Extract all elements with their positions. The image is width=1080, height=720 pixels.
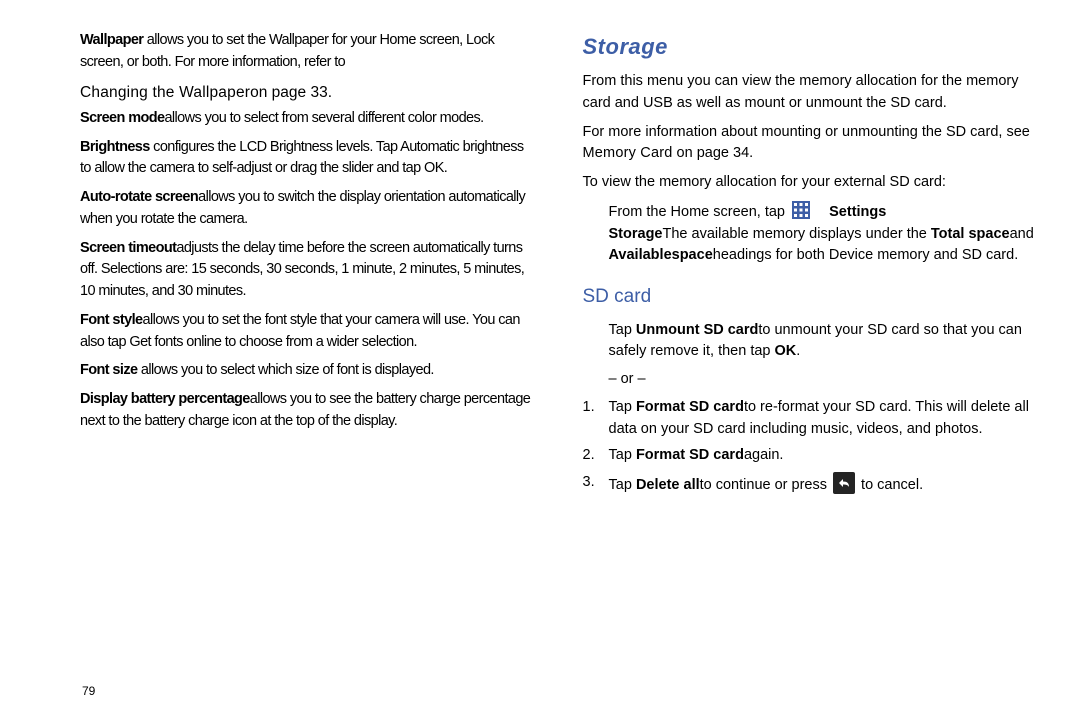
step2-term: Format SD card: [636, 447, 744, 463]
entry-fontsize: Font size allows you to select which siz…: [80, 360, 538, 382]
body-screenmode: allows you to select from several differ…: [164, 110, 483, 126]
storage-p3: To view the memory allocation for your e…: [583, 172, 1041, 194]
term-screentimeout: Screen timeout: [80, 240, 176, 256]
tap-b: The available memory displays under the: [663, 226, 931, 242]
entry-screenmode: Screen modeallows you to select from sev…: [80, 108, 538, 130]
entry-brightness: Brightness configures the LCD Brightness…: [80, 137, 538, 181]
entry-screentimeout: Screen timeoutadjusts the delay time bef…: [80, 238, 538, 303]
available-space: space: [672, 247, 713, 263]
entry-wallpaper-ref: Changing the Wallpaperon page 33.: [80, 81, 538, 104]
or-separator: – or –: [583, 369, 1041, 391]
step-3-num: 3.: [583, 472, 605, 494]
total-space: Total space: [931, 226, 1010, 242]
term-autorotate: Auto-rotate screen: [80, 189, 198, 205]
term-wallpaper: Wallpaper: [80, 32, 143, 48]
right-column: Storage From this menu you can view the …: [578, 30, 1041, 700]
available-label: Available: [609, 247, 672, 263]
body-wallpaper: allows you to set the Wallpaper for your…: [80, 32, 494, 70]
left-column: Wallpaper allows you to set the Wallpape…: [80, 30, 548, 700]
step-settings: From the Home screen, tap Settings Stora…: [583, 201, 1041, 267]
storage-p2: For more information about mounting or u…: [583, 122, 1041, 166]
body-fontstyle: allows you to set the font style that yo…: [80, 312, 520, 350]
step3-b: to continue or press: [700, 477, 831, 493]
body-fontsize: allows you to select which size of font …: [137, 362, 433, 378]
storage-p1: From this menu you can view the memory a…: [583, 71, 1041, 115]
entry-battery: Display battery percentageallows you to …: [80, 389, 538, 433]
step3-c: to cancel.: [861, 477, 923, 493]
page-number: 79: [82, 684, 95, 698]
tap-a: From the Home screen, tap: [609, 204, 790, 220]
unmount-ok: OK: [775, 343, 797, 359]
term-fontsize: Font size: [80, 362, 137, 378]
step1-a: Tap: [609, 399, 636, 415]
unmount-term: Unmount SD card: [636, 322, 758, 338]
apps-icon: [792, 201, 810, 219]
tap-c: and: [1010, 226, 1034, 242]
storage-p2b: on page 34.: [673, 145, 754, 161]
step-3: 3. Tap Delete allto continue or press to…: [583, 472, 1041, 497]
step1-term: Format SD card: [636, 399, 744, 415]
heading-sdcard: SD card: [583, 283, 1041, 312]
term-brightness: Brightness: [80, 139, 150, 155]
xref-wallpaper: Changing the Wallpaper: [80, 84, 250, 101]
storage-p2a: For more information about mounting or u…: [583, 124, 1030, 140]
step-2-num: 2.: [583, 445, 605, 467]
step2-b: again.: [744, 447, 784, 463]
back-icon: [833, 472, 855, 494]
step2-a: Tap: [609, 447, 636, 463]
unmount-dot: .: [796, 343, 800, 359]
heading-storage: Storage: [583, 30, 1041, 63]
entry-autorotate: Auto-rotate screenallows you to switch t…: [80, 187, 538, 231]
step-unmount: Tap Unmount SD cardto unmount your SD ca…: [583, 320, 1041, 364]
step-2: 2. Tap Format SD cardagain.: [583, 445, 1041, 467]
xref-wallpaper-tail: on page 33.: [250, 84, 332, 101]
unmount-a: Tap: [609, 322, 636, 338]
term-battery: Display battery percentage: [80, 391, 250, 407]
step3-a: Tap: [609, 477, 636, 493]
settings-text: Settings: [829, 204, 886, 220]
step-1-num: 1.: [583, 397, 605, 419]
entry-fontstyle: Font styleallows you to set the font sty…: [80, 310, 538, 354]
storage-text: Storage: [609, 226, 663, 242]
step-1: 1. Tap Format SD cardto re-format your S…: [583, 397, 1041, 441]
step-2-txt: Tap Format SD cardagain.: [609, 445, 1037, 467]
step-3-txt: Tap Delete allto continue or press to ca…: [609, 472, 1037, 497]
term-fontstyle: Font style: [80, 312, 142, 328]
storage-p2ref: Memory Card: [583, 145, 673, 161]
entry-wallpaper: Wallpaper allows you to set the Wallpape…: [80, 30, 538, 74]
step-1-txt: Tap Format SD cardto re-format your SD c…: [609, 397, 1037, 441]
step3-term: Delete all: [636, 477, 700, 493]
term-screenmode: Screen mode: [80, 110, 164, 126]
tap-d: headings for both Device memory and SD c…: [713, 247, 1018, 263]
